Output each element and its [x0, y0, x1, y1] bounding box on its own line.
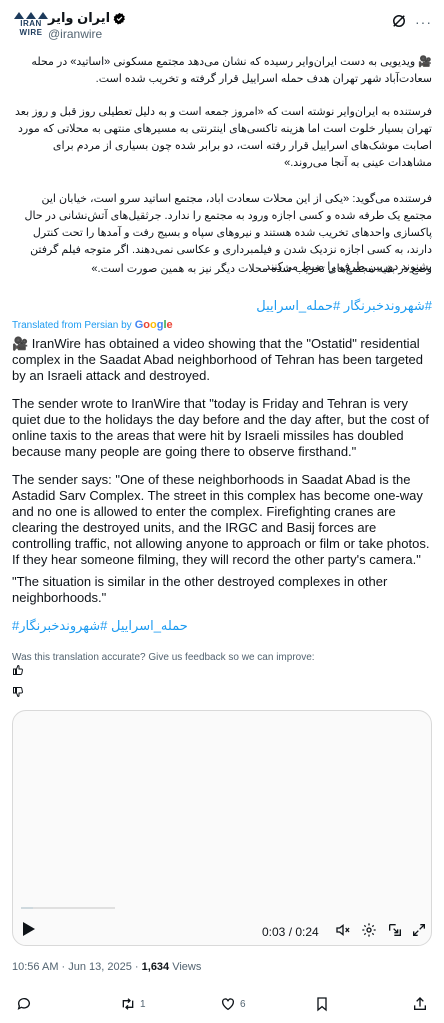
translation-paragraph-1: 🎥 IranWire has obtained a video showing …: [12, 336, 424, 383]
translated-from-text[interactable]: Translated from Persian by: [12, 320, 132, 331]
grok-icon[interactable]: [390, 12, 408, 30]
picture-in-picture-icon[interactable]: [387, 922, 403, 938]
reply-button[interactable]: [16, 996, 32, 1012]
more-options-icon[interactable]: ···: [415, 14, 432, 30]
video-controls: 0:03 / 0:24: [13, 915, 431, 945]
play-icon[interactable]: [23, 922, 35, 936]
translation-paragraph-4: "The situation is similar in the other d…: [12, 574, 388, 605]
tweet-header: IRAN WIRE ایران وایر @iranwire ···: [12, 8, 432, 42]
thumbs-up-icon[interactable]: [12, 664, 24, 676]
original-hashtags[interactable]: #شهروندخبرنگار #حمله_اسراییل: [12, 298, 432, 314]
bookmark-button[interactable]: [314, 996, 330, 1012]
display-name-row[interactable]: ایران وایر: [48, 10, 126, 26]
verified-badge-icon: [113, 12, 126, 24]
thumbs-down-icon[interactable]: [12, 686, 24, 698]
translation-paragraph-3: The sender says: "One of these neighborh…: [12, 472, 430, 567]
video-progress-bar[interactable]: [21, 907, 115, 909]
share-button[interactable]: [412, 996, 428, 1012]
settings-gear-icon[interactable]: [361, 922, 377, 938]
retweet-button[interactable]: 1: [120, 996, 146, 1012]
views-label: Views: [169, 961, 202, 973]
video-time: 0:03 / 0:24: [262, 925, 319, 939]
share-icon: [414, 997, 426, 1010]
translation-paragraph-2: The sender wrote to IranWire that "today…: [12, 396, 430, 459]
action-bar: 1 6: [12, 992, 432, 1016]
retweet-count: 1: [140, 998, 146, 1010]
logo-text-2: WIRE: [19, 28, 43, 37]
heart-icon: [222, 998, 234, 1011]
timestamp[interactable]: 10:56 AM · Jun 13, 2025 ·: [12, 961, 142, 973]
like-count: 6: [240, 998, 246, 1010]
display-name[interactable]: ایران وایر: [48, 10, 110, 26]
views-count: 1,634: [141, 961, 170, 973]
original-paragraph-3b: وضع در بقیه مجتمع‌های تخریب شده محلات دی…: [91, 263, 432, 275]
original-paragraph-2: فرستنده به ایران‌وایر نوشته است که «امرو…: [15, 106, 432, 169]
like-button[interactable]: 6: [220, 996, 246, 1012]
bookmark-icon: [317, 997, 327, 1012]
translated-label: Translated from Persian by Google: [12, 319, 173, 331]
google-logo: Google: [134, 319, 173, 331]
mute-icon[interactable]: [335, 922, 351, 938]
fullscreen-icon[interactable]: [411, 922, 427, 938]
video-player[interactable]: 0:03 / 0:24: [12, 710, 432, 946]
logo-mark: [14, 12, 48, 19]
tweet-meta: 10:56 AM · Jun 13, 2025 · 1,634 Views: [12, 961, 201, 973]
logo-text-1: IRAN: [20, 19, 42, 28]
reply-icon: [17, 998, 30, 1010]
handle[interactable]: @iranwire: [48, 27, 102, 41]
iranwire-logo[interactable]: IRAN WIRE: [14, 12, 48, 40]
retweet-icon: [122, 998, 134, 1010]
translation-hashtags[interactable]: #حمله_اسراییل #شهروندخبرنگار: [12, 618, 188, 634]
translation-feedback-text: Was this translation accurate? Give us f…: [12, 652, 315, 663]
original-paragraph-1: 🎥 ویدیویی به دست ایران‌وایر رسیده که نشا…: [31, 56, 432, 85]
